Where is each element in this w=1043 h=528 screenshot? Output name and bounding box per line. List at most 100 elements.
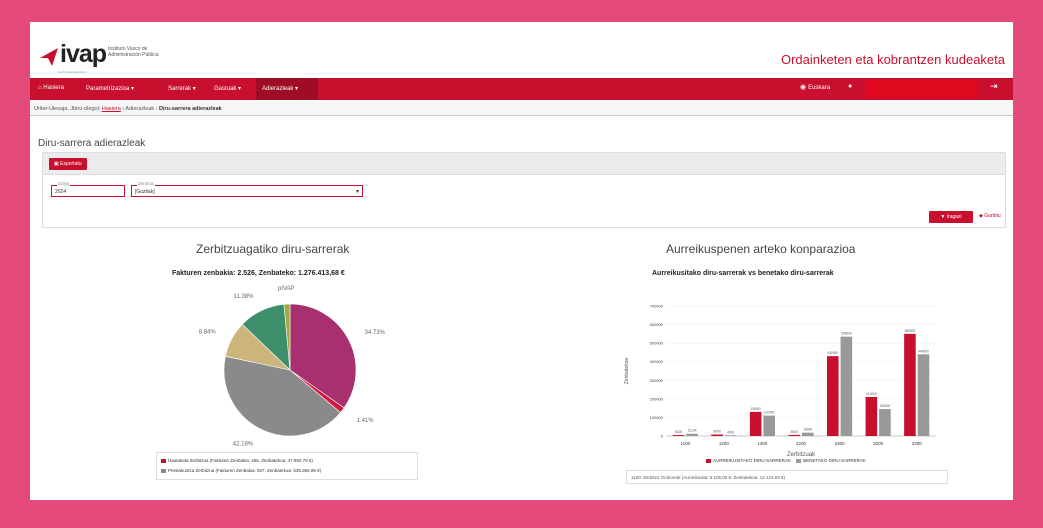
globe-icon: ◉ [800,84,807,91]
bar-chart: 0 100000 200000 300000 400000 500000 600000 700… [624,304,936,456]
bar-value-label: 535000 [841,332,852,336]
y-tick-label: 0 [661,434,664,439]
bar-value-label: 6000 [791,430,798,434]
y-tick-label: 600000 [650,322,664,327]
x-tick-label: 2300 [835,441,846,446]
bar[interactable] [763,415,775,436]
x-axis-label: Zerbitzuak [787,452,816,456]
legend-label: Hautaketa Zerbitzua (Fakturen Zenbakia: … [168,458,313,463]
header: ivap Instituto Vasco de Administración P… [30,22,1013,78]
bar[interactable] [904,333,916,436]
x-tick-label: 1200 [719,441,730,446]
pie-legend-item[interactable]: Prestakuntza Zerbitzua (Fakturen Zenbaki… [161,468,321,473]
legend-label: Prestakuntza Zerbitzua (Fakturen Zenbaki… [168,468,322,473]
logout-icon[interactable]: ⇥ [990,81,998,92]
pie-chart-title: Zerbitzuagatiko diru-sarrerak [196,242,350,256]
pie-slice-label: 1.41% [357,418,375,424]
bar[interactable] [802,432,814,436]
nav-item-income[interactable]: Sarrerak ▾ [168,85,196,92]
filter-button[interactable]: ▼ Iragazi [929,211,973,223]
center-select[interactable]: [Guztiak] ▾ [131,185,363,197]
bar-value-label: 550000 [905,329,916,333]
bar[interactable] [711,434,723,436]
bar-value-label: 4000 [727,430,734,434]
legend-swatch [161,468,166,473]
y-tick-label: 100000 [650,415,664,420]
pie-chart-subtitle: Fakturen zenbakia: 2.526, Zenbateko: 1.2… [172,270,345,277]
bar-legend: AURREIKUSITAKO DIRU-SARRERAK BENETAKO DI… [706,458,866,463]
app-window: ivap Instituto Vasco de Administración P… [30,22,1013,500]
bar-value-label: 210000 [866,392,877,396]
nav-item-indicators[interactable]: Adierazleak ▾ [262,85,298,92]
bar-value-label: 145000 [880,404,891,408]
x-tick-label: 1300 [757,441,768,446]
bar[interactable] [879,409,891,436]
user-name-block[interactable] [866,80,978,98]
clear-label: Garbitu [984,213,1001,219]
pie-chart: 34.73% 1.41% 42.18% 8.84% 11.38% pIVAP [199,286,386,448]
bar[interactable] [827,356,839,436]
bar-value-label: 130000 [750,407,761,411]
bar-chart-title: Aurreikuspenen arteko konparazioa [666,242,856,256]
y-tick-label: 700000 [650,304,664,309]
bar[interactable] [724,435,737,436]
bar-legend-item-1[interactable]: AURREIKUSITAKO DIRU-SARRERAK [713,458,791,463]
pie-legend-item[interactable]: Hautaketa Zerbitzua (Fakturen Zenbakia: … [161,458,313,463]
nav-item-parametrization[interactable]: Parametrizazioa ▾ [86,85,134,92]
nav-item-expenses[interactable]: Gastuak ▾ [214,85,241,92]
bar[interactable] [865,397,878,436]
pie-slice-label: 11.38% [234,294,255,300]
pie-slice-label: 34.73% [365,330,386,336]
logo-subtitle-line-2: Administración Pública [108,52,159,58]
pie-slice-label: 8.84% [199,330,217,336]
bar-value-label: 5105 [675,430,682,434]
nav-item-home[interactable]: ⌂ Hasiera [38,85,64,91]
year-value: 2024 [55,189,67,195]
bar-value-label: 18000 [803,428,812,432]
panel-toolbar: ▣ Esportatu [43,153,1005,175]
export-button[interactable]: ▣ Esportatu [49,158,87,170]
x-tick-label: 2200 [796,441,807,446]
bar-chart-note: 1100: Zerbitzu Orokorrak (Aurreikusita: … [626,470,948,484]
user-icon[interactable]: ● [848,83,852,90]
breadcrumb-prefix: Uribe-Ulesaja, Jbiru-olegoi: [34,106,101,112]
filter-label: Iragazi [946,214,962,220]
breadcrumb-home-link[interactable]: Hasiera [102,106,121,112]
filter-panel: ▣ Esportatu 2024 Urtea [Guztiak] ▾ Zentr… [42,152,1006,228]
legend-swatch [161,458,166,463]
x-tick-label: 3200 [873,441,884,446]
bar[interactable] [686,433,698,436]
y-tick-label: 400000 [650,359,664,364]
year-label: Urtea [57,181,71,186]
pie-slice-label: pIVAP [278,286,295,292]
x-tick-label: 1100 [680,441,690,446]
bar[interactable] [917,354,930,436]
breadcrumb: Uribe-Ulesaja, Jbiru-olegoi: Hasiera › A… [30,102,1013,116]
pie-slice-label: 42.18% [233,442,254,448]
bar[interactable] [788,434,800,436]
logo-text[interactable]: ivap [60,40,107,69]
language-selector[interactable]: ◉ Euskara [800,83,830,91]
breadcrumb-indicators: › Adierazleak › [122,106,158,112]
bar[interactable] [672,435,685,436]
bar[interactable] [749,411,762,436]
y-tick-label: 200000 [650,396,664,401]
y-tick-label: 500000 [650,341,664,346]
x-tick-label: 3300 [912,441,923,446]
main-nav: ⌂ Hasiera Parametrizazioa ▾ Sarrerak ▾ G… [30,78,1013,100]
language-label: Euskara [808,85,831,91]
bar-value-label: 8000 [714,430,721,434]
center-value: [Guztiak] [135,189,155,195]
bar-legend-item-2[interactable]: BENETAKO DIRU-SARRERAK [803,458,866,463]
y-axis-label: Zenbatekoa [624,358,630,385]
bar-chart-subtitle: Aurreikusitako diru-sarrerak vs benetako… [652,270,834,277]
center-label: Zentroa [137,181,155,186]
bar[interactable] [840,336,853,436]
export-label: Esportatu [60,161,82,167]
page-title: Diru-sarrera adierazleak [38,138,146,149]
bar-value-label: 12124 [688,429,697,433]
app-title: Ordainketen eta kobrantzen kudeaketa [780,52,1005,67]
logo-tagline: Herri Arduralaritzaren [58,70,87,74]
clear-button[interactable]: ◆ Garbitu [979,213,1001,219]
year-field[interactable]: 2024 [51,185,125,197]
